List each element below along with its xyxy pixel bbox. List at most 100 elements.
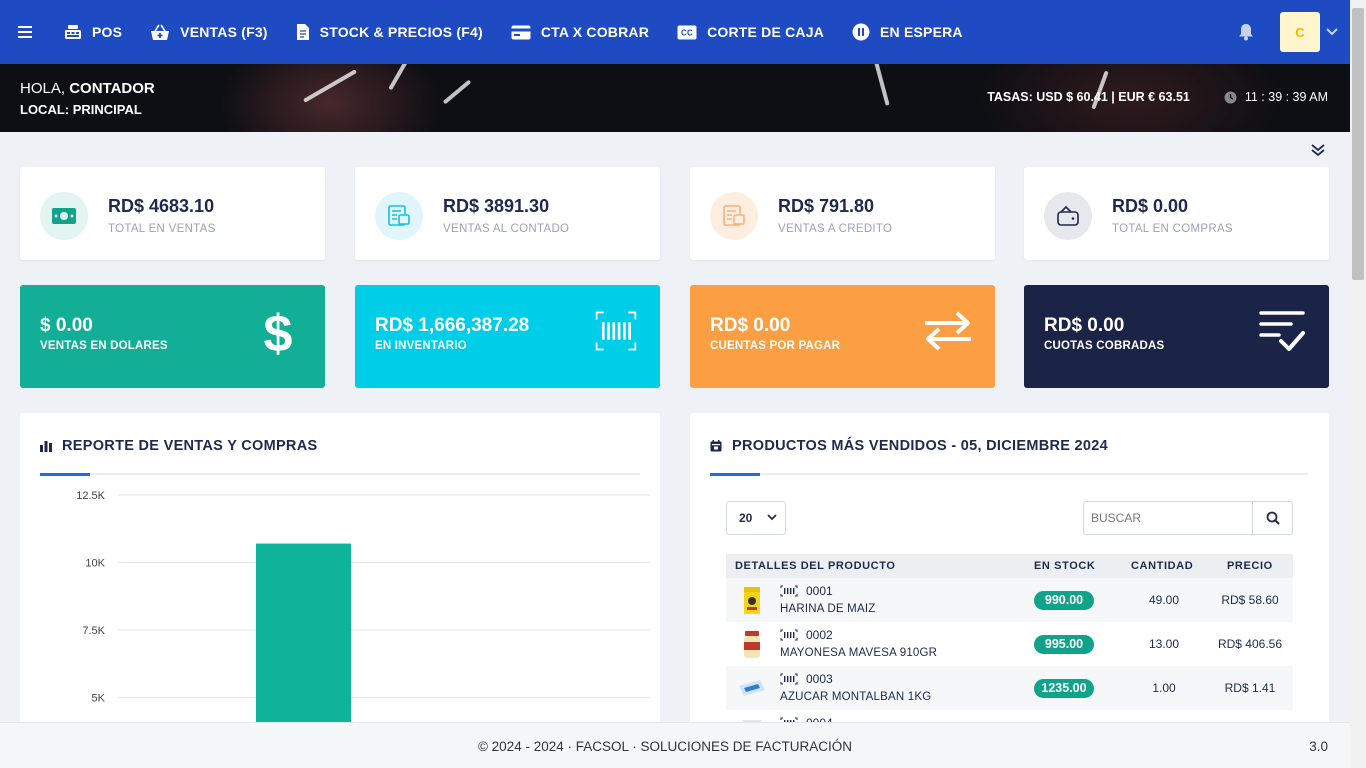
stat-label: VENTAS AL CONTADO — [443, 223, 570, 235]
footer: © 2024 - 2024 · FACSOL · SOLUCIONES DE F… — [0, 722, 1350, 768]
exchange-arrows-icon — [925, 311, 971, 351]
summary-value: $ 0.00 — [40, 315, 93, 336]
column-header[interactable]: CANTIDAD — [1131, 560, 1193, 572]
barcode-scan-icon — [595, 311, 637, 351]
version-label: 3.0 — [1309, 739, 1328, 754]
nav-item-cta-cobrar[interactable]: CTA X COBRAR — [497, 0, 663, 64]
calendar-icon — [710, 440, 722, 452]
summary-value: RD$ 0.00 — [710, 315, 791, 336]
summary-value: RD$ 1,666,387.28 — [375, 315, 530, 336]
nav-item-pos[interactable]: POS — [50, 0, 136, 64]
product-code: 0001 — [806, 584, 833, 598]
table-row[interactable]: 0001 HARINA DE MAIZ 990.00 49.00 RD$ 58.… — [726, 578, 1293, 622]
copyright-text: © 2024 - 2024 · FACSOL · SOLUCIONES DE F… — [477, 739, 853, 754]
user-avatar[interactable]: C — [1280, 12, 1320, 52]
dollar-icon: $ — [264, 307, 293, 357]
collapse-chevrons-icon[interactable] — [1309, 141, 1327, 159]
sales-chart: 12.5K 10K 7.5K 5K — [76, 490, 650, 743]
notifications-button[interactable] — [1226, 12, 1266, 52]
summary-value: RD$ 0.00 — [1044, 315, 1125, 336]
y-tick-label: 12.5K — [76, 490, 105, 502]
svg-text:$: $ — [264, 307, 293, 357]
product-qty: 13.00 — [1148, 637, 1180, 651]
stat-card-ventas-contado: RD$ 3891.30 VENTAS AL CONTADO — [355, 167, 660, 260]
document-icon — [296, 24, 309, 40]
summary-label: VENTAS EN DOLARES — [40, 340, 168, 352]
stock-badge: 1235.00 — [1034, 679, 1094, 698]
nav-item-label: POS — [92, 24, 123, 40]
bell-icon — [1239, 24, 1253, 41]
summary-label: EN INVENTARIO — [375, 340, 467, 352]
product-code: 0003 — [806, 672, 833, 686]
local-label: LOCAL: PRINCIPAL — [20, 102, 142, 117]
product-name: HARINA DE MAIZ — [780, 603, 876, 615]
nav-item-label: STOCK & PRECIOS (F4) — [319, 24, 483, 40]
cash-register-icon — [65, 25, 81, 39]
product-name: AZUCAR MONTALBAN 1KG — [780, 691, 932, 703]
table-row[interactable]: 0003 AZUCAR MONTALBAN 1KG 1235.00 1.00 R… — [726, 666, 1293, 710]
clock-icon — [1224, 91, 1237, 103]
column-header[interactable]: PRECIO — [1227, 560, 1273, 572]
stat-value: RD$ 4683.10 — [108, 196, 215, 216]
greeting: HOLA, CONTADOR — [20, 80, 155, 97]
bar-chart-icon — [40, 441, 52, 452]
nav-item-ventas[interactable]: VENTAS (F3) — [136, 0, 282, 64]
nav-item-label: CTA X COBRAR — [540, 24, 650, 40]
column-header[interactable]: EN STOCK — [1034, 560, 1095, 572]
product-price: RD$ 1.41 — [1224, 681, 1276, 695]
nav-item-label: EN ESPERA — [880, 24, 963, 40]
product-price: RD$ 406.56 — [1217, 637, 1283, 651]
stat-card-total-ventas: RD$ 4683.10 TOTAL EN VENTAS — [20, 167, 325, 260]
wallet-icon — [1044, 192, 1092, 240]
credit-card-icon — [511, 25, 531, 39]
summary-card-cuentas-pagar: RD$ 0.00 CUENTAS POR PAGAR — [690, 285, 995, 388]
money-icon — [40, 192, 88, 240]
nav-item-corte-caja[interactable]: CC CORTE DE CAJA — [663, 0, 838, 64]
sales-report-panel: REPORTE DE VENTAS Y COMPRAS 12.5K 10K 7.5K… — [20, 413, 660, 743]
product-code: 0002 — [806, 628, 833, 642]
receipt-icon — [710, 192, 758, 240]
chevron-down-icon — [1326, 28, 1338, 36]
user-name: CONTADOR — [69, 80, 155, 97]
stat-label: TOTAL EN COMPRAS — [1112, 223, 1233, 235]
stat-card-total-compras: RD$ 0.00 TOTAL EN COMPRAS — [1024, 167, 1329, 260]
menu-toggle-button[interactable] — [0, 0, 50, 64]
stat-value: RD$ 3891.30 — [443, 196, 550, 216]
stat-label: TOTAL EN VENTAS — [108, 223, 216, 235]
rates-text: TASAS: USD $ 60.41 | EUR € 63.51 — [987, 90, 1190, 104]
stat-card-ventas-credito: RD$ 791.80 VENTAS A CREDITO — [690, 167, 995, 260]
summary-card-inventario: RD$ 1,666,387.28 EN INVENTARIO — [355, 285, 660, 388]
barcode-icon — [780, 673, 798, 685]
top-products-panel: PRODUCTOS MÁS VENDIDOS - 05, DICIEMBRE 2… — [690, 413, 1329, 743]
summary-label: CUOTAS COBRADAS — [1044, 340, 1165, 352]
product-search-input[interactable] — [1083, 501, 1253, 535]
table-row[interactable]: 0002 MAYONESA MAVESA 910GR 995.00 13.00 … — [726, 622, 1293, 666]
barcode-icon — [780, 585, 798, 597]
basket-plus-icon — [151, 24, 170, 40]
clock-time: 11 : 39 : 39 AM — [1244, 90, 1328, 104]
stat-label: VENTAS A CREDITO — [778, 223, 893, 235]
y-tick-label: 10K — [85, 558, 105, 570]
stock-badge: 990.00 — [1034, 591, 1094, 610]
nav-item-stock-precios[interactable]: STOCK & PRECIOS (F4) — [282, 0, 497, 64]
product-image-mayonesa — [744, 631, 760, 658]
product-image-azucar — [739, 680, 765, 696]
column-header[interactable]: DETALLES DEL PRODUCTO — [735, 560, 896, 572]
checklist-icon — [1259, 311, 1305, 351]
product-image-harina — [744, 587, 760, 614]
search-button[interactable] — [1252, 501, 1293, 535]
nav-item-en-espera[interactable]: EN ESPERA — [838, 0, 977, 64]
barcode-icon — [780, 629, 798, 641]
product-price: RD$ 58.60 — [1221, 593, 1279, 607]
chart-bar[interactable] — [256, 543, 351, 743]
scrollbar-thumb[interactable] — [1352, 8, 1364, 280]
page-scrollbar[interactable] — [1350, 0, 1366, 768]
welcome-banner: HOLA, CONTADOR LOCAL: PRINCIPAL TASAS: U… — [0, 64, 1350, 132]
stat-value: RD$ 0.00 — [1112, 196, 1189, 216]
products-table-header: DETALLES DEL PRODUCTO EN STOCK CANTIDAD … — [726, 554, 1293, 578]
page-size-select[interactable]: 20 — [726, 501, 786, 535]
top-navbar: POS VENTAS (F3) STOCK & PRECIOS (F4) CTA… — [0, 0, 1350, 64]
user-menu-toggle[interactable] — [1320, 12, 1344, 52]
search-icon — [1266, 511, 1280, 525]
nav-item-label: CORTE DE CAJA — [707, 24, 825, 40]
